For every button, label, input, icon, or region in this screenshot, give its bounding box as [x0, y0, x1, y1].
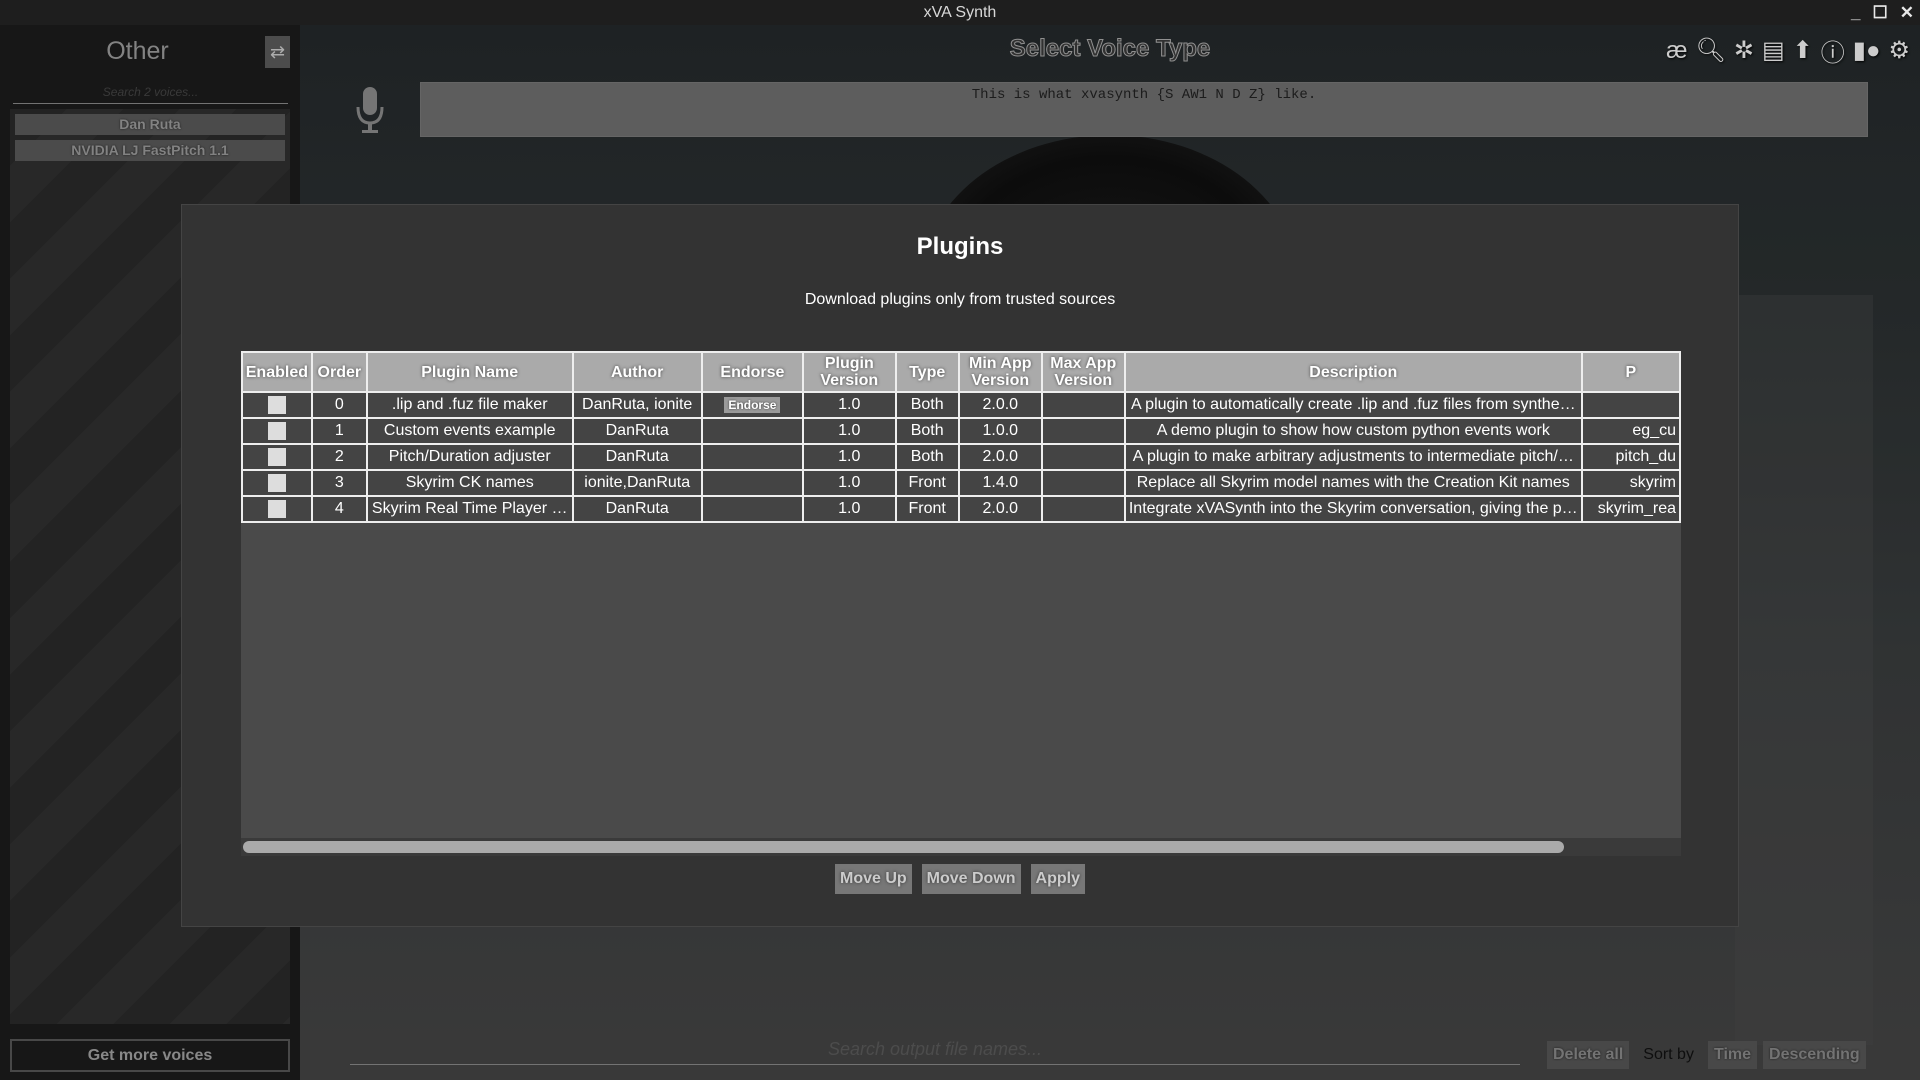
- type-cell: Both: [894, 391, 960, 419]
- description-cell: Integrate xVASynth into the Skyrim conve…: [1123, 495, 1583, 523]
- version-cell: 1.0: [802, 469, 897, 497]
- order-cell: 0: [310, 391, 368, 419]
- plugin-id-cell: eg_cu: [1580, 417, 1681, 445]
- plugin-row[interactable]: 4 Skyrim Real Time Player … DanRuta 1.0 Fron…: [241, 495, 1681, 523]
- plugin-row[interactable]: 3 Skyrim CK names ionite,DanRuta 1.0 Front 1.…: [241, 469, 1681, 497]
- version-cell: 1.0: [802, 391, 897, 419]
- type-cell: Front: [894, 495, 960, 523]
- plugin-row[interactable]: 1 Custom events example DanRuta 1.0 Both 1.0.…: [241, 417, 1681, 445]
- table-header-row: Enabled Order Plugin Name Author Endorse Plug…: [241, 351, 1681, 393]
- move-up-button[interactable]: Move Up: [834, 864, 912, 894]
- column-header: Type: [894, 351, 960, 393]
- type-cell: Both: [894, 443, 960, 471]
- endorse-cell: Endorse: [700, 391, 805, 419]
- title-bar: xVA Synth _ ☐ ✕: [0, 0, 1920, 25]
- maximize-icon[interactable]: ☐: [1873, 0, 1888, 25]
- scrollbar-thumb[interactable]: [243, 841, 1565, 853]
- window-title: xVA Synth: [923, 4, 997, 21]
- plugins-table: Enabled Order Plugin Name Author Endorse Plug…: [241, 351, 1681, 523]
- max-app-cell: [1040, 391, 1126, 419]
- min-app-cell: 2.0.0: [957, 443, 1043, 471]
- enabled-checkbox[interactable]: [267, 447, 286, 466]
- column-header: Enabled: [241, 351, 313, 393]
- window-controls: _ ☐ ✕: [1851, 0, 1914, 25]
- column-header: Plugin Name: [365, 351, 574, 393]
- column-header: Order: [310, 351, 368, 393]
- order-cell: 4: [310, 495, 368, 523]
- author-cell: DanRuta: [571, 417, 703, 445]
- horizontal-scrollbar[interactable]: [241, 838, 1681, 856]
- close-icon[interactable]: ✕: [1900, 0, 1914, 25]
- plugin-id-cell: skyrim_rea: [1580, 495, 1681, 523]
- version-cell: 1.0: [802, 417, 897, 445]
- min-app-cell: 1.0.0: [957, 417, 1043, 445]
- description-cell: A plugin to make arbitrary adjustments t…: [1123, 443, 1583, 471]
- name-cell: Pitch/Duration adjuster: [365, 443, 574, 471]
- author-cell: DanRuta: [571, 495, 703, 523]
- plugin-id-cell: [1580, 391, 1681, 419]
- endorse-cell: [700, 495, 805, 523]
- column-header: Endorse: [700, 351, 805, 393]
- enabled-cell: [241, 417, 313, 445]
- plugins-modal: Plugins Download plugins only from trust…: [181, 204, 1739, 927]
- version-cell: 1.0: [802, 443, 897, 471]
- column-header: Plugin Version: [802, 351, 897, 393]
- description-cell: A plugin to automatically create .lip an…: [1123, 391, 1583, 419]
- max-app-cell: [1040, 469, 1126, 497]
- column-header: Description: [1123, 351, 1583, 393]
- enabled-checkbox[interactable]: [267, 395, 286, 414]
- enabled-cell: [241, 443, 313, 471]
- plugins-table-container: Enabled Order Plugin Name Author Endorse Plug…: [241, 351, 1681, 856]
- max-app-cell: [1040, 495, 1126, 523]
- name-cell: Skyrim Real Time Player …: [365, 495, 574, 523]
- enabled-checkbox[interactable]: [267, 499, 286, 518]
- enabled-cell: [241, 391, 313, 419]
- modal-title: Plugins: [916, 233, 1004, 260]
- order-cell: 2: [310, 443, 368, 471]
- column-header: P: [1580, 351, 1681, 393]
- plugin-row[interactable]: 2 Pitch/Duration adjuster DanRuta 1.0 Both 2.…: [241, 443, 1681, 471]
- modal-subtitle: Download plugins only from trusted sourc…: [804, 291, 1116, 308]
- plugin-id-cell: skyrim: [1580, 469, 1681, 497]
- name-cell: Skyrim CK names: [365, 469, 574, 497]
- type-cell: Front: [894, 469, 960, 497]
- endorse-cell: [700, 469, 805, 497]
- enabled-cell: [241, 469, 313, 497]
- max-app-cell: [1040, 417, 1126, 445]
- modal-buttons: Move Up Move Down Apply: [182, 864, 1738, 894]
- author-cell: DanRuta: [571, 443, 703, 471]
- enabled-checkbox[interactable]: [267, 421, 286, 440]
- endorse-cell: [700, 417, 805, 445]
- min-app-cell: 2.0.0: [957, 391, 1043, 419]
- min-app-cell: 1.4.0: [957, 469, 1043, 497]
- plugin-id-cell: pitch_du: [1580, 443, 1681, 471]
- name-cell: Custom events example: [365, 417, 574, 445]
- column-header: Max App Version: [1040, 351, 1126, 393]
- column-header: Author: [571, 351, 703, 393]
- endorse-cell: [700, 443, 805, 471]
- min-app-cell: 2.0.0: [957, 495, 1043, 523]
- minimize-icon[interactable]: _: [1851, 0, 1860, 25]
- description-cell: Replace all Skyrim model names with the …: [1123, 469, 1583, 497]
- endorse-button[interactable]: Endorse: [724, 397, 781, 413]
- move-down-button[interactable]: Move Down: [921, 864, 1021, 894]
- type-cell: Both: [894, 417, 960, 445]
- name-cell: .lip and .fuz file maker: [365, 391, 574, 419]
- enabled-checkbox[interactable]: [267, 473, 286, 492]
- column-header: Min App Version: [957, 351, 1043, 393]
- description-cell: A demo plugin to show how custom python …: [1123, 417, 1583, 445]
- author-cell: DanRuta, ionite: [571, 391, 703, 419]
- order-cell: 1: [310, 417, 368, 445]
- apply-button[interactable]: Apply: [1030, 864, 1085, 894]
- enabled-cell: [241, 495, 313, 523]
- order-cell: 3: [310, 469, 368, 497]
- max-app-cell: [1040, 443, 1126, 471]
- plugin-row[interactable]: 0 .lip and .fuz file maker DanRuta, ionite…: [241, 391, 1681, 419]
- version-cell: 1.0: [802, 495, 897, 523]
- author-cell: ionite,DanRuta: [571, 469, 703, 497]
